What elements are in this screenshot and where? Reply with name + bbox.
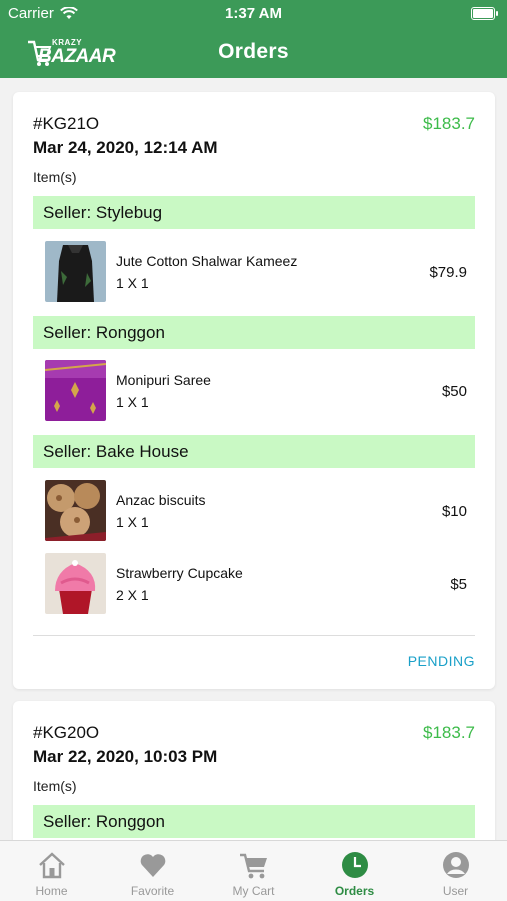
order-item[interactable]: Anzac biscuits 1 X 1 $10 [33,480,475,542]
page-title: Orders [218,40,289,63]
home-icon [39,852,65,879]
product-image [45,553,106,614]
product-image [45,360,106,421]
item-price: $10 [441,503,467,520]
order-item[interactable]: Strawberry Cupcake 2 X 1 $5 [33,553,475,615]
tab-label: User [442,884,469,898]
top-bar: Carrier 1:37 AM KRAZY BAZAAR Orders [0,0,507,78]
product-image [45,241,106,302]
tab-label: Orders [334,884,375,898]
tab-label: My Cart [232,884,275,898]
tab-label: Favorite [130,884,175,898]
tab-orders[interactable]: Orders [304,841,405,901]
order-item[interactable]: Jute Cotton Shalwar Kameez 1 X 1 $79.9 [33,241,475,303]
tab-user[interactable]: User [405,841,506,901]
item-price: $5 [450,576,467,593]
battery-icon [471,7,498,20]
seller-header: Seller: Ronggon [33,805,475,838]
item-quantity: 1 X 1 [116,394,149,410]
item-quantity: 2 X 1 [116,587,149,603]
order-status[interactable]: PENDING [408,653,475,669]
tab-cart[interactable]: My Cart [203,841,304,901]
order-date: Mar 22, 2020, 10:03 PM [33,747,218,766]
user-icon [443,852,469,878]
item-name: Anzac biscuits [116,492,206,508]
clock-icon [342,852,368,878]
product-image [45,480,106,541]
item-name: Monipuri Saree [116,372,211,388]
heart-icon [140,854,166,877]
tab-label: Home [35,884,68,898]
tab-home[interactable]: Home [1,841,102,901]
order-card[interactable]: #KG20O $183.7 Mar 22, 2020, 10:03 PM Ite… [13,701,495,840]
items-label: Item(s) [33,778,77,794]
item-name: Jute Cotton Shalwar Kameez [116,253,298,269]
orders-list[interactable]: #KG21O $183.7 Mar 24, 2020, 12:14 AM Ite… [0,78,507,840]
order-total: $183.7 [423,723,475,742]
tab-favorite[interactable]: Favorite [102,841,203,901]
header: KRAZY BAZAAR Orders [0,28,507,78]
cart-icon [240,853,267,879]
item-name: Strawberry Cupcake [116,565,243,581]
items-label: Item(s) [33,169,77,185]
order-total: $183.7 [423,114,475,133]
status-bar: Carrier 1:37 AM [0,0,507,28]
order-id: #KG20O [33,723,100,742]
order-date: Mar 24, 2020, 12:14 AM [33,138,218,157]
order-card[interactable]: #KG21O $183.7 Mar 24, 2020, 12:14 AM Ite… [13,92,495,689]
item-price: $79.9 [429,264,467,281]
item-quantity: 1 X 1 [116,514,149,530]
divider [33,635,475,636]
status-time: 1:37 AM [225,5,282,22]
order-id: #KG21O [33,114,100,133]
seller-header: Seller: Stylebug [33,196,475,229]
seller-header: Seller: Ronggon [33,316,475,349]
item-price: $50 [441,383,467,400]
tab-bar: Home Favorite My Cart Orders User [0,840,507,901]
order-item[interactable]: Monipuri Saree 1 X 1 $50 [33,360,475,422]
seller-header: Seller: Bake House [33,435,475,468]
item-quantity: 1 X 1 [116,275,149,291]
